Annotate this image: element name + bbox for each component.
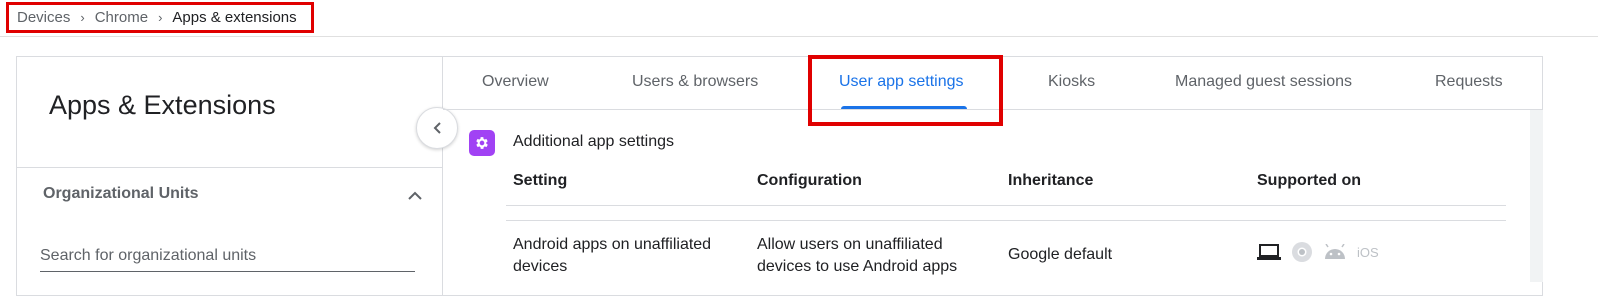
- setting-configuration: Allow users on unaffiliated devices to u…: [757, 236, 958, 275]
- breadcrumb-chrome[interactable]: Chrome: [95, 9, 148, 26]
- chevron-left-icon: [433, 122, 441, 134]
- left-panel: Apps & Extensions Organizational Units: [16, 56, 443, 296]
- org-units-search: [40, 242, 415, 272]
- chrome-icon: [1291, 241, 1313, 263]
- laptop-icon: [1257, 243, 1281, 261]
- column-header-inheritance: Inheritance: [1008, 172, 1094, 189]
- ios-label: iOS: [1357, 244, 1379, 260]
- column-header-setting: Setting: [513, 172, 568, 189]
- chevron-right-icon: ›: [158, 10, 163, 25]
- collapse-panel-button[interactable]: [416, 107, 458, 149]
- gear-icon: [476, 137, 488, 149]
- breadcrumb-devices[interactable]: Devices: [17, 9, 70, 26]
- tab-users-browsers[interactable]: Users & browsers: [632, 73, 758, 91]
- left-panel-divider: [16, 167, 442, 168]
- row-divider-line: [506, 220, 1506, 221]
- tab-managed-guest-sessions[interactable]: Managed guest sessions: [1175, 73, 1352, 91]
- section-title: Additional app settings: [513, 133, 674, 150]
- active-tab-indicator: [841, 106, 967, 109]
- tab-overview[interactable]: Overview: [482, 73, 549, 91]
- chevron-right-icon: ›: [80, 10, 85, 25]
- breadcrumb: Devices › Chrome › Apps & extensions: [6, 2, 314, 33]
- breadcrumb-current: Apps & extensions: [172, 9, 297, 26]
- tab-bar: Overview Users & browsers User app setti…: [443, 57, 1543, 110]
- setting-name: Android apps on unaffiliated devices: [513, 236, 712, 275]
- org-units-collapse-toggle[interactable]: [404, 184, 426, 206]
- org-units-label: Organizational Units: [43, 185, 199, 202]
- tab-user-app-settings[interactable]: User app settings: [839, 73, 964, 91]
- chevron-up-icon: [408, 191, 422, 200]
- setting-inheritance: Google default: [1008, 246, 1113, 263]
- org-units-search-input[interactable]: [40, 242, 415, 270]
- android-icon: [1323, 244, 1347, 260]
- header-divider-line: [506, 205, 1506, 206]
- tab-requests[interactable]: Requests: [1435, 73, 1503, 91]
- column-header-supported-on: Supported on: [1257, 172, 1361, 189]
- tab-kiosks[interactable]: Kiosks: [1048, 73, 1095, 91]
- column-header-configuration: Configuration: [757, 172, 862, 189]
- supported-platforms: iOS: [1257, 241, 1379, 263]
- settings-section-icon: [469, 130, 495, 156]
- header-divider: [0, 36, 1598, 37]
- page-title: Apps & Extensions: [49, 90, 276, 120]
- content-scrollbar[interactable]: [1530, 110, 1543, 282]
